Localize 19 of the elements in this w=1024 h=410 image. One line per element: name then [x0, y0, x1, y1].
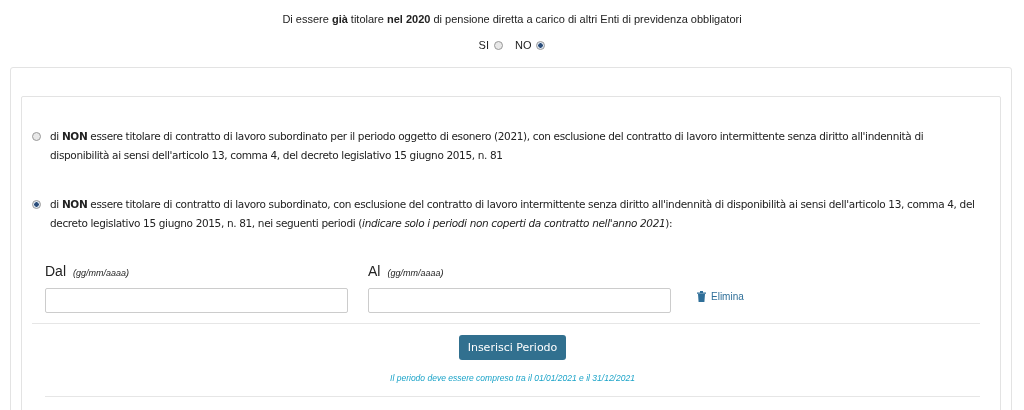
date-format-hint: (gg/mm/aaaa) — [73, 268, 130, 278]
date-field[interactable] — [368, 288, 671, 313]
trash-icon — [697, 291, 706, 302]
add-period-button[interactable]: Inserisci Periodo — [458, 335, 567, 360]
date-format-hint: (gg/mm/aaaa) — [387, 268, 444, 278]
radio-button[interactable] — [32, 200, 41, 209]
radio-option[interactable]: NO — [514, 39, 546, 51]
choice-text: di NON essere titolare di contratto di lavoro subordinato, con esclusione del contratto di lavoro intermittente senza diritto all'indennità di disponibilità ai sensi dell'articolo 13, comma 4, del decreto legislativo 15 giugno 2015, n. 81, nei seguenti periodi (indicare solo i periodi non coperti da contratto nell'anno 2021): — [50, 197, 976, 231]
field-label: Dal — [45, 263, 66, 279]
question-text: Di essere già titolare nel 2020 di pensione diretta a carico di altri Enti di previdenza obbligatori — [282, 13, 742, 25]
period-note: Il periodo deve essere compreso tra il 01/01/2021 e il 31/12/2021 — [390, 373, 635, 383]
delete-link[interactable]: Elimina — [697, 291, 744, 302]
radio-option[interactable]: SI — [478, 39, 503, 51]
field-label: Al — [368, 263, 381, 279]
radio-button[interactable] — [493, 40, 503, 50]
radio-button[interactable] — [536, 40, 546, 50]
date-field[interactable] — [45, 288, 348, 313]
choice-text: di NON essere titolare di contratto di lavoro subordinato per il periodo oggetto di esonero (2021), con esclusione del contratto di lavoro intermittente senza diritto all'indennità di disponibilità ai sensi dell'articolo 13, comma 4, del decreto legislativo 15 giugno 2015, n. 81 — [50, 129, 925, 163]
radio-button[interactable] — [32, 132, 41, 141]
